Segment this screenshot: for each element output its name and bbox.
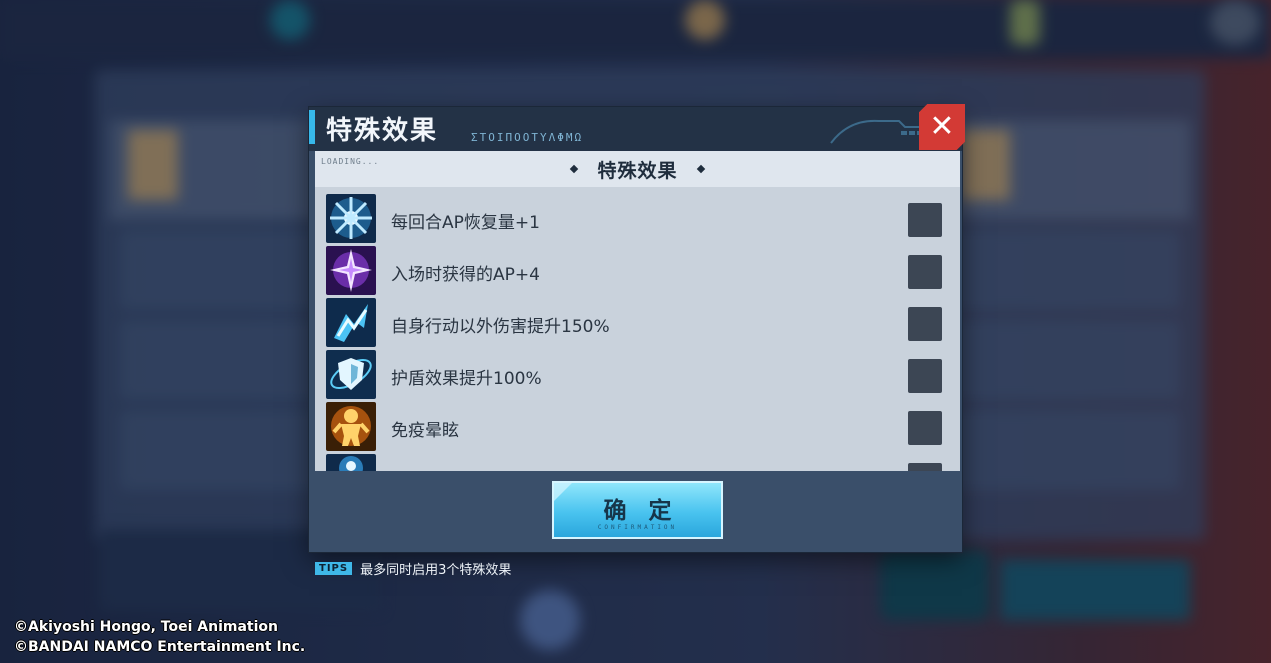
loading-text: LOADING... bbox=[321, 157, 380, 166]
copyright-notice: ©Akiyoshi Hongo, Toei Animation ©BANDAI … bbox=[14, 617, 305, 657]
effect-label: 自身行动以外伤害提升150% bbox=[391, 317, 610, 337]
shield-icon bbox=[326, 350, 376, 399]
list-item bbox=[315, 453, 960, 471]
slash-icon bbox=[326, 298, 376, 347]
star-sparkle-icon bbox=[326, 246, 376, 295]
diamond-left-icon bbox=[570, 164, 579, 174]
tips-text: 最多同时启用3个特殊效果 bbox=[360, 563, 512, 578]
effect-checkbox[interactable] bbox=[908, 411, 942, 445]
effect-checkbox[interactable] bbox=[908, 255, 942, 289]
circuit-decoration-icon bbox=[830, 119, 927, 144]
effects-subheader: 特殊效果 bbox=[315, 151, 960, 187]
tips-tag: TIPS bbox=[315, 562, 353, 575]
confirm-button[interactable]: 确定 CONFIRMATION bbox=[552, 481, 723, 539]
list-item: 护盾效果提升100% bbox=[315, 349, 960, 401]
list-item: 入场时获得的AP+4 bbox=[315, 245, 960, 297]
dialog-title-subtext: ΣΤΟΙΠΟΟΤΥΛΦΜΩ bbox=[471, 131, 584, 144]
effects-panel: 特殊效果 LOADING... 每回合AP恢复量+1 入场时获得的AP+4 自身… bbox=[315, 151, 960, 471]
special-effects-dialog: 特殊效果 ΣΤΟΙΠΟΟΤΥΛΦΜΩ ✕ 特殊效果 LOADING... 每回合… bbox=[309, 104, 965, 552]
figure-icon bbox=[326, 402, 376, 451]
list-item: 免疫晕眩 bbox=[315, 401, 960, 453]
confirm-button-subtext: CONFIRMATION bbox=[597, 524, 678, 531]
list-item: 每回合AP恢复量+1 bbox=[315, 193, 960, 245]
copyright-line-1: ©Akiyoshi Hongo, Toei Animation bbox=[14, 619, 278, 635]
list-item: 自身行动以外伤害提升150% bbox=[315, 297, 960, 349]
effect-label: 护盾效果提升100% bbox=[391, 369, 542, 389]
partial-icon bbox=[326, 454, 376, 471]
diamond-right-icon bbox=[696, 164, 705, 174]
effect-label: 入场时获得的AP+4 bbox=[391, 265, 540, 285]
tips-bar: TIPS 最多同时启用3个特殊效果 bbox=[315, 559, 511, 578]
effect-label: 每回合AP恢复量+1 bbox=[391, 213, 540, 233]
close-icon: ✕ bbox=[929, 109, 955, 144]
effect-checkbox[interactable] bbox=[908, 359, 942, 393]
close-button[interactable]: ✕ bbox=[919, 104, 965, 150]
copyright-line-2: ©BANDAI NAMCO Entertainment Inc. bbox=[14, 639, 306, 655]
effects-list[interactable]: 每回合AP恢复量+1 入场时获得的AP+4 自身行动以外伤害提升150% 护盾效… bbox=[315, 189, 960, 471]
burst-icon bbox=[326, 194, 376, 243]
dialog-titlebar: 特殊效果 ΣΤΟΙΠΟΟΤΥΛΦΜΩ bbox=[309, 107, 962, 151]
effects-subheader-label: 特殊效果 bbox=[597, 159, 678, 182]
dialog-title: 特殊效果 bbox=[326, 116, 439, 146]
effect-label: 免疫晕眩 bbox=[391, 421, 459, 441]
title-accent-bar bbox=[309, 110, 315, 144]
effect-checkbox[interactable] bbox=[908, 203, 942, 237]
confirm-button-label: 确定 bbox=[603, 498, 694, 524]
effect-checkbox[interactable] bbox=[908, 307, 942, 341]
effect-checkbox[interactable] bbox=[908, 463, 942, 471]
